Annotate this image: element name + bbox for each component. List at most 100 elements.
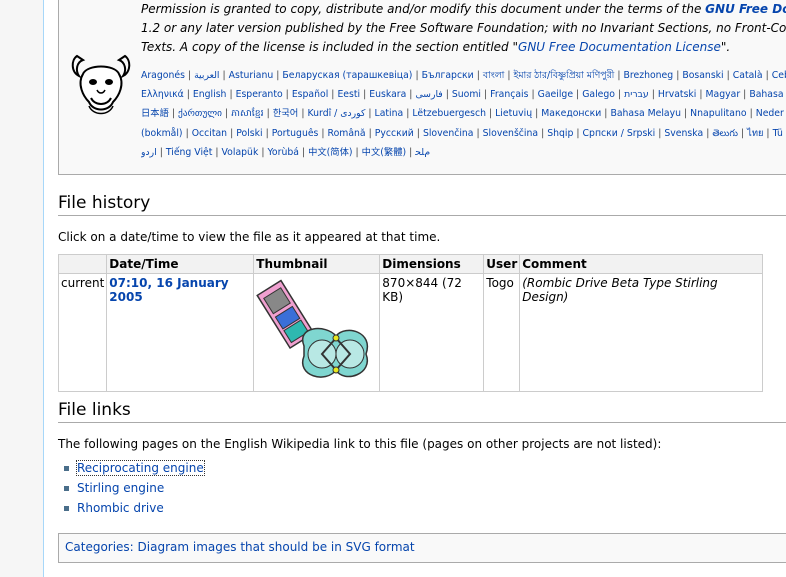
datetime-link[interactable]: 07:10, 16 January 2005 bbox=[109, 276, 228, 304]
language-link[interactable]: Yorùbá bbox=[267, 147, 298, 158]
col-status bbox=[57, 254, 108, 274]
separator: | bbox=[406, 108, 410, 120]
language-link[interactable]: Occitan bbox=[192, 128, 227, 139]
language-row: Ελληνικά | English | Esperanto | Español | Eesti… bbox=[141, 85, 786, 104]
language-links: Aragonés | العربية | Asturianu | Беларуская (т… bbox=[141, 66, 786, 162]
language-link[interactable]: Neder bbox=[756, 108, 784, 119]
language-link[interactable]: Ελληνικά bbox=[141, 89, 184, 100]
language-link[interactable]: Galego bbox=[582, 89, 615, 100]
language-row: 日本語 | ქართული | ភាសាខ្មែរ | 한국어 | Kurdî / كوردی |… bbox=[141, 104, 786, 123]
language-link[interactable]: Suomi bbox=[452, 89, 481, 100]
language-link[interactable]: Español bbox=[292, 89, 328, 100]
file-history-intro: Click on a date/time to view the file as… bbox=[58, 230, 441, 244]
language-link[interactable]: Македонски bbox=[541, 108, 601, 119]
separator: | bbox=[171, 108, 176, 120]
separator: | bbox=[416, 127, 420, 139]
stirling-engine-thumbnail[interactable] bbox=[256, 276, 376, 386]
language-link[interactable]: العربية bbox=[194, 70, 219, 81]
language-link[interactable]: 中文(简体) bbox=[308, 147, 352, 158]
language-link[interactable]: Română bbox=[328, 128, 366, 139]
file-links-list: Reciprocating engine Stirling engine Rho… bbox=[62, 458, 205, 518]
separator: | bbox=[604, 108, 608, 120]
link-reciprocating-engine[interactable]: Reciprocating engine bbox=[76, 460, 205, 476]
language-link[interactable]: Volapük bbox=[222, 147, 259, 158]
language-link[interactable]: Nnapulitano bbox=[690, 108, 746, 119]
language-link[interactable]: עברית bbox=[624, 89, 649, 100]
language-link[interactable]: Magyar bbox=[706, 89, 741, 100]
language-link[interactable]: Euskara bbox=[369, 89, 406, 100]
language-link[interactable]: ﻡﻠﺤ bbox=[415, 147, 430, 158]
language-link[interactable]: Slovenščina bbox=[483, 128, 538, 139]
language-link[interactable]: Lëtzebuergesch bbox=[412, 108, 486, 119]
separator: | bbox=[224, 108, 229, 120]
separator: | bbox=[215, 146, 219, 158]
separator: | bbox=[749, 108, 753, 120]
language-link[interactable]: Català bbox=[733, 70, 763, 81]
category-link[interactable]: Categories: Diagram images that should b… bbox=[65, 540, 415, 554]
gfdl-section-link[interactable]: GNU Free Documentation License bbox=[518, 40, 721, 54]
language-row: (bokmål) | Occitan | Polski | Português | Română… bbox=[141, 124, 786, 143]
language-link[interactable]: Aragonés bbox=[141, 70, 185, 81]
separator: | bbox=[409, 89, 413, 101]
language-link[interactable]: Bahasa In bbox=[749, 89, 786, 100]
language-link[interactable]: ქართული bbox=[178, 108, 222, 119]
language-link[interactable]: Lietuvių bbox=[495, 108, 532, 119]
gnu-head-icon bbox=[71, 54, 131, 115]
language-link[interactable]: (bokmål) bbox=[141, 128, 183, 139]
language-link[interactable]: Slovenčina bbox=[423, 128, 474, 139]
language-link[interactable]: Asturianu bbox=[229, 70, 274, 81]
language-link[interactable]: Português bbox=[272, 128, 319, 139]
language-link[interactable]: Српски / Srpski bbox=[583, 128, 656, 139]
language-link[interactable]: తెలుగు bbox=[712, 128, 738, 139]
separator: | bbox=[766, 127, 770, 139]
separator: | bbox=[651, 89, 655, 101]
language-link[interactable]: Esperanto bbox=[236, 89, 283, 100]
language-link[interactable]: Polski bbox=[236, 128, 262, 139]
language-link[interactable]: Eesti bbox=[337, 89, 360, 100]
language-link[interactable]: Беларуская (тарашкевіца) bbox=[282, 70, 412, 81]
language-link[interactable]: Brezhoneg bbox=[623, 70, 673, 81]
language-link[interactable]: Tü bbox=[773, 128, 783, 139]
license-text: Permission is granted to copy, distribut… bbox=[141, 0, 786, 57]
language-link[interactable]: فارسی bbox=[415, 89, 442, 100]
separator: | bbox=[541, 127, 545, 139]
link-rhombic-drive[interactable]: Rhombic drive bbox=[77, 501, 164, 515]
separator: | bbox=[531, 89, 535, 101]
link-stirling-engine[interactable]: Stirling engine bbox=[77, 481, 164, 495]
language-link[interactable]: Kurdî / كوردی bbox=[308, 108, 366, 119]
language-link[interactable]: Tiếng Việt bbox=[166, 147, 213, 158]
language-link[interactable]: Bahasa Melayu bbox=[610, 108, 681, 119]
language-link[interactable]: Gaeilge bbox=[538, 89, 573, 100]
gfdl-link[interactable]: GNU Free Docume bbox=[705, 2, 786, 16]
separator: | bbox=[368, 127, 372, 139]
language-link[interactable]: Български bbox=[422, 70, 474, 81]
row-comment: (Rombic Drive Beta Type Stirling Design) bbox=[519, 273, 764, 392]
license-box: Permission is granted to copy, distribut… bbox=[58, 0, 786, 175]
separator: | bbox=[617, 89, 622, 101]
language-link[interactable]: اردو bbox=[141, 147, 157, 158]
separator: | bbox=[229, 89, 233, 101]
language-link[interactable]: ইমার ঠার/বিষ্ণুপ্রিয়া মণিপুরী bbox=[514, 70, 615, 81]
language-link[interactable]: Shqip bbox=[547, 128, 573, 139]
row-user-link[interactable]: Togo bbox=[486, 276, 514, 290]
language-link[interactable]: ไทย bbox=[747, 128, 763, 139]
language-link[interactable]: ភាសាខ្មែរ bbox=[231, 108, 263, 119]
language-row: اردو | Tiếng Việt | Volapük | Yorùbá | 中文(简体) | 中文… bbox=[141, 143, 786, 162]
language-link[interactable]: বাংলা bbox=[483, 70, 505, 81]
language-link[interactable]: Latina bbox=[375, 108, 404, 119]
language-link[interactable]: 한국어 bbox=[273, 108, 299, 119]
language-link[interactable]: Hrvatski bbox=[658, 89, 696, 100]
language-link[interactable]: 日本語 bbox=[141, 108, 169, 119]
language-link[interactable]: Svenska bbox=[664, 128, 703, 139]
content-area: Permission is granted to copy, distribut… bbox=[43, 0, 786, 577]
language-link[interactable]: Français bbox=[490, 89, 528, 100]
col-comment: Comment bbox=[519, 254, 764, 274]
language-link[interactable]: 中文(繁體) bbox=[362, 147, 406, 158]
file-history-heading: File history bbox=[58, 193, 786, 216]
separator: | bbox=[488, 108, 493, 120]
language-link[interactable]: Русский bbox=[375, 128, 414, 139]
language-link[interactable]: English bbox=[193, 89, 227, 100]
language-link[interactable]: Bosanski bbox=[682, 70, 723, 81]
separator: | bbox=[187, 70, 192, 81]
language-link[interactable]: Ceb bbox=[772, 70, 786, 81]
